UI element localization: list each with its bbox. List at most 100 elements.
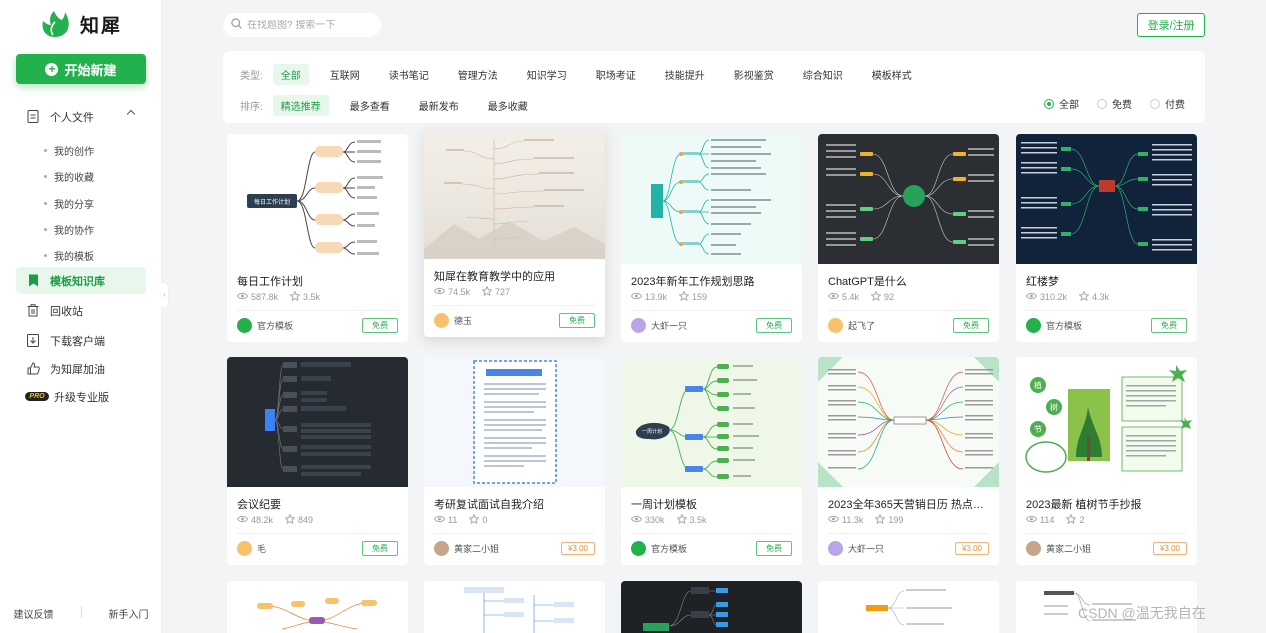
type-chip-skills[interactable]: 技能提升 — [657, 64, 713, 85]
type-chip-management[interactable]: 管理方法 — [450, 64, 506, 85]
type-chip-film[interactable]: 影视鉴赏 — [726, 64, 782, 85]
author-name: 毛 — [257, 544, 267, 554]
card-title[interactable]: 红楼梦 — [1026, 273, 1191, 289]
sidebar-sub-my-templates[interactable]: 我的模板 — [44, 248, 94, 263]
eye-icon — [236, 292, 249, 302]
new-file-label: 开始新建 — [64, 62, 117, 78]
card-author[interactable]: 德玉 — [434, 313, 472, 328]
card-author[interactable]: 官方模板 — [1026, 318, 1082, 333]
card-footer: 官方模板 免费 — [1026, 318, 1187, 333]
avatar — [434, 313, 449, 328]
view-count: 74.5k — [448, 287, 471, 297]
sidebar-sub-my-favorites[interactable]: 我的收藏 — [44, 169, 94, 184]
view-count: 587.8k — [251, 292, 279, 302]
template-card[interactable]: 知犀在教育教学中的应用 74.5k 727 德玉 免费 — [424, 129, 605, 337]
search-box[interactable] — [223, 13, 381, 37]
price-tag: ¥3.00 — [560, 542, 595, 555]
price-radio-all[interactable]: 全部 — [1044, 96, 1079, 111]
type-chip-general[interactable]: 综合知识 — [795, 64, 851, 85]
mindmap-thumbnail — [621, 134, 802, 264]
type-chip-template-style[interactable]: 模板样式 — [864, 64, 920, 85]
card-author[interactable]: 毛 — [237, 541, 266, 556]
sidebar-item-label: 回收站 — [50, 305, 83, 318]
template-card[interactable]: 会议纪要 48.2k 849 毛 免费 — [227, 357, 408, 565]
card-author[interactable]: 起飞了 — [828, 318, 875, 333]
card-author[interactable]: 大虾一只 — [828, 541, 884, 556]
card-stats: 11 0 — [433, 513, 487, 526]
card-author[interactable]: 官方模板 — [631, 541, 687, 556]
sidebar-item-label: 下载客户端 — [50, 335, 105, 348]
star-count: 3.5k — [303, 292, 321, 302]
star-count: 3.5k — [689, 515, 707, 525]
mindmap-thumbnail — [424, 581, 605, 633]
card-title[interactable]: 2023年新年工作规划思路 — [631, 273, 796, 289]
star-icon — [468, 513, 481, 526]
mindmap-thumbnail: 一周计划 — [621, 357, 802, 487]
login-register-button[interactable]: 登录/注册 — [1137, 13, 1205, 37]
template-card[interactable]: ChatGPT是什么 5.4k 92 起飞了 免费 — [818, 134, 999, 342]
sidebar-collapse-handle[interactable]: ‹ — [161, 282, 169, 308]
sort-chip-newest[interactable]: 最新发布 — [411, 95, 467, 116]
card-footer: 官方模板 免费 — [631, 541, 792, 556]
sidebar-item-personal[interactable]: 个人文件 — [16, 103, 146, 130]
card-divider — [828, 310, 989, 311]
card-author[interactable]: 大虾一只 — [631, 318, 687, 333]
thumb-char: 植 — [1034, 380, 1042, 390]
search-input[interactable] — [247, 19, 367, 31]
card-author[interactable]: 官方模板 — [237, 318, 293, 333]
card-title[interactable]: 一周计划模板 — [631, 496, 796, 512]
card-title[interactable]: 2023全年365天营销日历 热点天天蹭 — [828, 496, 993, 512]
card-title[interactable]: 考研复试面试自我介绍 — [434, 496, 599, 512]
view-count: 5.4k — [842, 292, 860, 302]
sort-chip-featured[interactable]: 精选推荐 — [272, 95, 329, 116]
sort-chip-most-viewed[interactable]: 最多查看 — [342, 95, 398, 116]
template-card[interactable]: 2023全年365天营销日历 热点天天蹭 11.3k 199 大虾一只 ¥3.0… — [818, 357, 999, 565]
eye-icon — [827, 292, 840, 302]
card-title[interactable]: 2023最新 植树节手抄报 — [1026, 496, 1191, 512]
sidebar-item-template-library[interactable]: 模板知识库 — [16, 267, 146, 294]
card-title[interactable]: ChatGPT是什么 — [828, 273, 993, 289]
template-card[interactable]: 每日工作计划 每日工作计划 587.8k 3.5k 官方模板 免费 — [227, 134, 408, 342]
sort-chip-most-favorited[interactable]: 最多收藏 — [480, 95, 536, 116]
template-card[interactable] — [818, 581, 999, 633]
card-title[interactable]: 每日工作计划 — [237, 273, 402, 289]
sidebar-item-upgrade[interactable]: PRO 升级专业版 — [16, 383, 146, 410]
star-count: 2 — [1079, 515, 1085, 525]
sidebar-sub-my-creation[interactable]: 我的创作 — [44, 143, 94, 158]
price-tag: 免费 — [756, 318, 792, 333]
card-author[interactable]: 黄家二小姐 — [1026, 541, 1091, 556]
template-card[interactable] — [621, 581, 802, 633]
sidebar-item-download[interactable]: 下载客户端 — [16, 327, 146, 354]
avatar — [631, 318, 646, 333]
type-chip-career-exam[interactable]: 职场考证 — [588, 64, 644, 85]
feedback-link[interactable]: 建议反馈 — [14, 606, 54, 621]
type-chip-internet[interactable]: 互联网 — [322, 64, 368, 85]
guide-link[interactable]: 新手入门 — [109, 606, 149, 621]
card-divider — [631, 533, 792, 534]
template-card[interactable]: 考研复试面试自我介绍 11 0 黄家二小姐 ¥3.00 — [424, 357, 605, 565]
price-radio-free[interactable]: 免费 — [1097, 96, 1132, 111]
template-card[interactable]: 植 树 节 2023最新 植树节手抄报 114 2 黄家二小姐 ¥3.00 — [1016, 357, 1197, 565]
card-title[interactable]: 会议纪要 — [237, 496, 402, 512]
type-chip-reading-notes[interactable]: 读书笔记 — [381, 64, 437, 85]
price-radio-paid[interactable]: 付费 — [1150, 96, 1185, 111]
sidebar-sub-my-collab[interactable]: 我的协作 — [44, 222, 94, 237]
sidebar-sub-my-shares[interactable]: 我的分享 — [44, 196, 94, 211]
template-card[interactable]: 一周计划 一周计划模板 330k 3.5k 官方模板 免费 — [621, 357, 802, 565]
new-file-button[interactable]: + 开始新建 — [16, 54, 146, 84]
card-author[interactable]: 黄家二小姐 — [434, 541, 499, 556]
template-card[interactable] — [424, 581, 605, 633]
template-card[interactable]: 红楼梦 310.2k 4.3k 官方模板 免费 — [1016, 134, 1197, 342]
sidebar-item-recycle[interactable]: 回收站 — [16, 297, 146, 324]
type-chip-all[interactable]: 全部 — [272, 64, 309, 85]
card-divider — [237, 533, 398, 534]
brand-logo[interactable]: 知犀 — [40, 10, 122, 38]
author-name: 德玉 — [454, 316, 473, 326]
card-title[interactable]: 知犀在教育教学中的应用 — [434, 268, 599, 284]
chevron-up-icon[interactable] — [126, 109, 136, 119]
star-icon — [284, 513, 296, 526]
sidebar-item-support[interactable]: 为知犀加油 — [16, 355, 146, 382]
type-chip-learning[interactable]: 知识学习 — [519, 64, 575, 85]
template-card[interactable]: 2023年新年工作规划思路 13.9k 159 大虾一只 免费 — [621, 134, 802, 342]
template-card[interactable] — [227, 581, 408, 633]
